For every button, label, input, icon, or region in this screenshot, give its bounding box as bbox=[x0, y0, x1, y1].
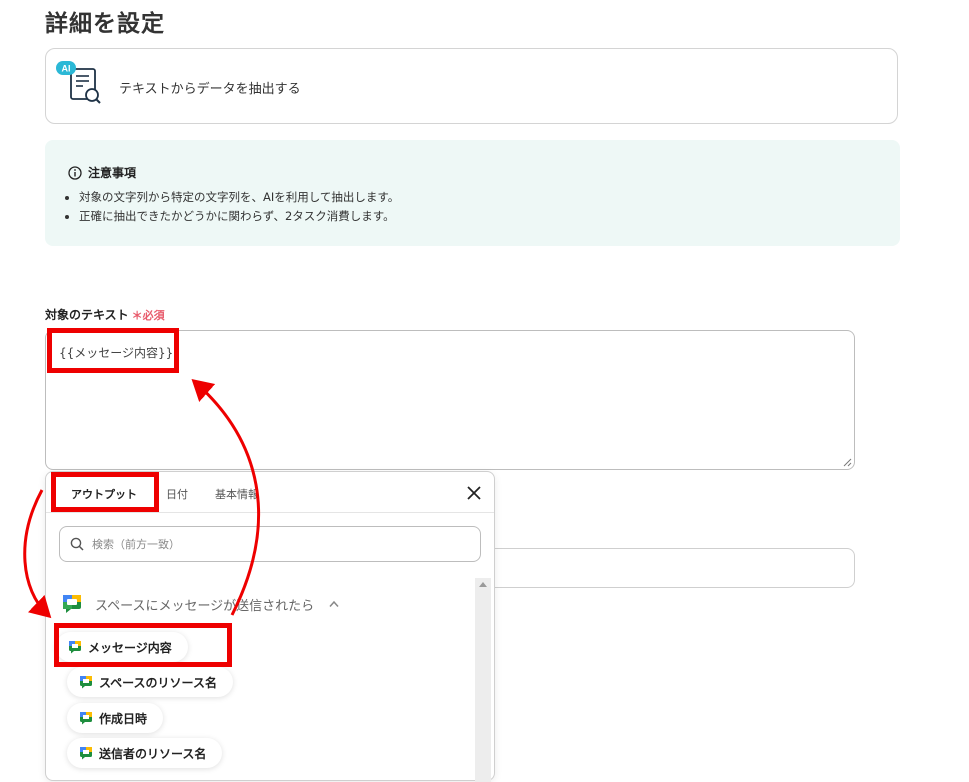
search-box[interactable] bbox=[59, 526, 481, 562]
search-icon bbox=[70, 537, 84, 551]
google-chat-icon bbox=[63, 595, 81, 613]
item-label: スペースのリソース名 bbox=[99, 675, 217, 690]
scrollbar[interactable] bbox=[475, 578, 491, 782]
field-label: 対象のテキスト ＊必須 bbox=[45, 308, 165, 322]
highlight-message-item bbox=[54, 623, 232, 667]
action-label: テキストからデータを抽出する bbox=[119, 82, 301, 97]
notice-item: 対象の文字列から特定の文字列を、AIを利用して抽出します。 bbox=[79, 188, 399, 207]
trigger-group-header[interactable]: スペースにメッセージが送信されたら bbox=[62, 594, 339, 614]
arrow-tab-to-item bbox=[23, 489, 52, 619]
item-label: 作成日時 bbox=[99, 711, 148, 726]
google-chat-icon bbox=[80, 747, 92, 760]
page-title: 詳細を設定 bbox=[45, 11, 165, 37]
item-label: 送信者のリソース名 bbox=[99, 746, 207, 761]
notice-title: 注意事項 bbox=[88, 166, 137, 180]
info-icon bbox=[68, 165, 82, 180]
highlight-textarea-value bbox=[47, 328, 179, 373]
chevron-up-icon[interactable] bbox=[329, 600, 339, 608]
scroll-up-arrow-icon[interactable] bbox=[479, 582, 487, 587]
svg-text:AI: AI bbox=[62, 64, 71, 74]
tab-date[interactable]: 日付 bbox=[166, 486, 188, 502]
output-item-created-at[interactable]: 作成日時 bbox=[67, 703, 164, 733]
tab-basic-info[interactable]: 基本情報 bbox=[215, 486, 259, 502]
output-item-space-resource-name[interactable]: スペースのリソース名 bbox=[67, 667, 233, 697]
group-label: スペースにメッセージが送信されたら bbox=[95, 598, 315, 614]
hidden-input-field[interactable] bbox=[470, 548, 855, 588]
action-card[interactable]: AI テキストからデータを抽出する bbox=[45, 48, 898, 124]
notice-list: 対象の文字列から特定の文字列を、AIを利用して抽出します。 正確に抽出できたかど… bbox=[63, 188, 399, 226]
output-item-sender-resource-name[interactable]: 送信者のリソース名 bbox=[67, 738, 223, 768]
google-chat-icon bbox=[80, 676, 92, 689]
ai-document-search-icon: AI bbox=[56, 61, 101, 104]
notice-box: 注意事項 対象の文字列から特定の文字列を、AIを利用して抽出します。 正確に抽出… bbox=[45, 140, 900, 246]
google-chat-icon bbox=[80, 712, 92, 725]
notice-item: 正確に抽出できたかどうかに関わらず、2タスク消費します。 bbox=[79, 207, 399, 226]
required-badge: ＊必須 bbox=[131, 309, 165, 322]
search-input[interactable] bbox=[90, 536, 464, 552]
close-icon[interactable] bbox=[467, 486, 481, 500]
resize-handle-icon[interactable] bbox=[843, 458, 852, 467]
highlight-output-tab bbox=[51, 472, 159, 512]
